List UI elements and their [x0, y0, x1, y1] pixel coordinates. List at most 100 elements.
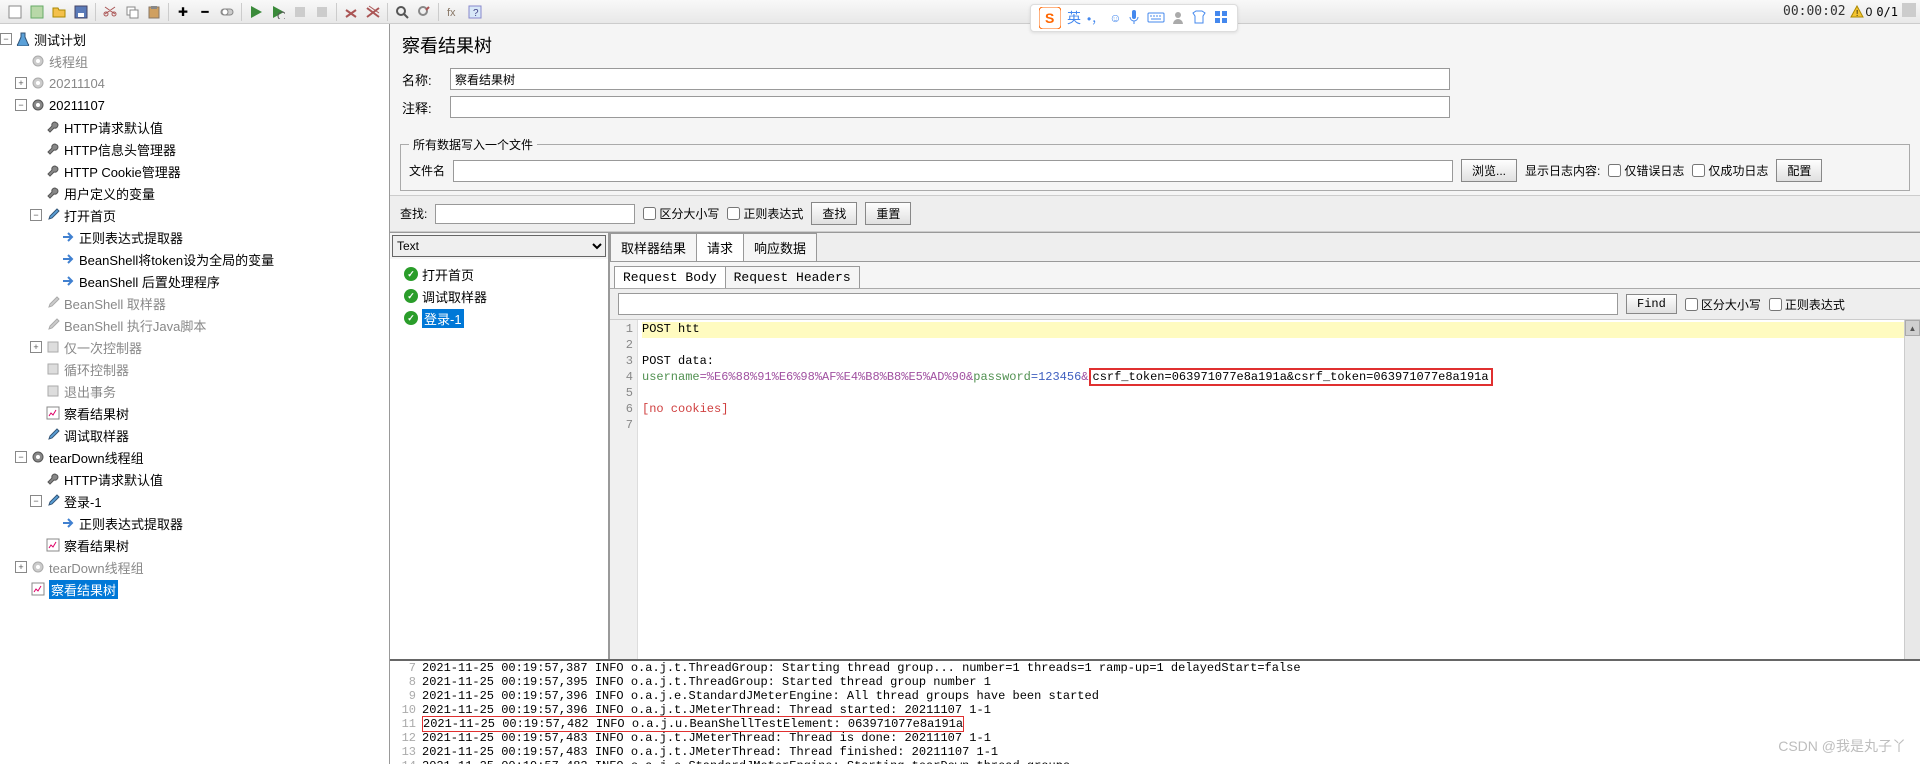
tree-label: 调试取样器: [64, 426, 129, 445]
tree-node[interactable]: 正则表达式提取器: [0, 226, 389, 248]
subtab-1[interactable]: Request Headers: [725, 266, 860, 288]
tree-node[interactable]: +20211104: [0, 72, 389, 94]
find-input[interactable]: [618, 293, 1618, 315]
collapse-icon[interactable]: ━: [195, 2, 215, 22]
tab-1[interactable]: 请求: [696, 233, 744, 261]
tree-node[interactable]: BeanShell 执行Java脚本: [0, 314, 389, 336]
ime-punct-icon[interactable]: •，: [1087, 10, 1103, 27]
template-icon[interactable]: [27, 2, 47, 22]
tree-node[interactable]: 调试取样器: [0, 424, 389, 446]
subtab-0[interactable]: Request Body: [614, 266, 726, 288]
func-icon[interactable]: fx: [443, 2, 463, 22]
tree-node[interactable]: HTTP Cookie管理器: [0, 160, 389, 182]
tab-0[interactable]: 取样器结果: [610, 233, 697, 261]
tree-node[interactable]: 线程组: [0, 50, 389, 72]
reset-search-icon[interactable]: [414, 2, 434, 22]
sogou-icon[interactable]: S: [1039, 7, 1061, 29]
tree-node[interactable]: HTTP信息头管理器: [0, 138, 389, 160]
tree-toggle-icon[interactable]: +: [30, 341, 42, 353]
tree-toggle-icon[interactable]: +: [15, 77, 27, 89]
only-success-checkbox[interactable]: 仅成功日志: [1692, 162, 1768, 179]
tree-node[interactable]: BeanShell将token设为全局的变量: [0, 248, 389, 270]
name-input[interactable]: [450, 68, 1450, 90]
renderer-select[interactable]: Text: [392, 235, 606, 257]
sample-tree[interactable]: ✓打开首页✓调试取样器✓登录-1: [390, 259, 608, 659]
test-plan-tree[interactable]: −测试计划线程组+20211104−20211107HTTP请求默认值HTTP信…: [0, 24, 390, 764]
reset-button[interactable]: 重置: [865, 202, 911, 225]
log-panel[interactable]: 72021-11-25 00:19:57,387 INFO o.a.j.t.Th…: [390, 659, 1920, 764]
tab-2[interactable]: 响应数据: [743, 233, 817, 261]
copy-icon[interactable]: [122, 2, 142, 22]
tree-node[interactable]: 循环控制器: [0, 358, 389, 380]
tree-toggle-icon[interactable]: −: [30, 209, 42, 221]
only-error-checkbox[interactable]: 仅错误日志: [1608, 162, 1684, 179]
ime-lang[interactable]: 英: [1067, 8, 1081, 28]
paste-icon[interactable]: [144, 2, 164, 22]
cut-icon[interactable]: [100, 2, 120, 22]
search-tb-icon[interactable]: [392, 2, 412, 22]
ime-keyboard-icon[interactable]: [1147, 10, 1165, 27]
request-body-view[interactable]: 1234567 POST htt redacted redacted redac…: [610, 320, 1920, 659]
scroll-up-icon[interactable]: ▲: [1905, 320, 1920, 336]
find-case-checkbox[interactable]: 区分大小写: [1685, 296, 1761, 313]
code-scrollbar[interactable]: ▲: [1904, 320, 1920, 659]
config-button[interactable]: 配置: [1776, 159, 1822, 182]
tree-node[interactable]: 察看结果树: [0, 534, 389, 556]
file-input[interactable]: [453, 160, 1453, 182]
tree-label: HTTP Cookie管理器: [64, 162, 181, 181]
case-checkbox[interactable]: 区分大小写: [643, 205, 719, 222]
tree-node[interactable]: 察看结果树: [0, 578, 389, 600]
tree-toggle-icon[interactable]: −: [0, 33, 12, 45]
tree-node[interactable]: −tearDown线程组: [0, 446, 389, 468]
sample-item[interactable]: ✓打开首页: [394, 263, 604, 285]
expand-icon[interactable]: ✚: [173, 2, 193, 22]
tree-node[interactable]: − 打开首页: [0, 204, 389, 226]
tree-toggle-icon[interactable]: −: [15, 99, 27, 111]
tree-node[interactable]: −登录-1: [0, 490, 389, 512]
warning-badge[interactable]: ! 0: [1850, 5, 1873, 19]
tree-node[interactable]: 正则表达式提取器: [0, 512, 389, 534]
tree-node[interactable]: −测试计划: [0, 28, 389, 50]
comment-input[interactable]: [450, 96, 1450, 118]
toggle-icon[interactable]: [217, 2, 237, 22]
find-regex-checkbox[interactable]: 正则表达式: [1769, 296, 1845, 313]
sample-item[interactable]: ✓调试取样器: [394, 285, 604, 307]
new-icon[interactable]: [5, 2, 25, 22]
tree-node[interactable]: HTTP请求默认值: [0, 116, 389, 138]
tree-node[interactable]: 用户定义的变量: [0, 182, 389, 204]
tree-toggle-icon[interactable]: −: [15, 451, 27, 463]
tree-toggle-icon[interactable]: +: [15, 561, 27, 573]
clear-all-icon[interactable]: [363, 2, 383, 22]
ime-voice-icon[interactable]: [1127, 9, 1141, 28]
tree-node[interactable]: +仅一次控制器: [0, 336, 389, 358]
run-icon[interactable]: [246, 2, 266, 22]
stop-icon[interactable]: [290, 2, 310, 22]
comment-label: 注释:: [402, 98, 450, 117]
tree-node[interactable]: BeanShell 后置处理程序: [0, 270, 389, 292]
find-button[interactable]: Find: [1626, 294, 1677, 314]
sample-item[interactable]: ✓登录-1: [394, 307, 604, 329]
tree-node[interactable]: 退出事务: [0, 380, 389, 402]
open-icon[interactable]: [49, 2, 69, 22]
clear-icon[interactable]: [341, 2, 361, 22]
tree-node[interactable]: BeanShell 取样器: [0, 292, 389, 314]
save-icon[interactable]: [71, 2, 91, 22]
ime-skin-icon[interactable]: [1191, 10, 1207, 27]
regex-checkbox[interactable]: 正则表达式: [727, 205, 803, 222]
shutdown-icon[interactable]: [312, 2, 332, 22]
tree-node[interactable]: −20211107: [0, 94, 389, 116]
tree-node[interactable]: 察看结果树: [0, 402, 389, 424]
help-icon[interactable]: ?: [465, 2, 485, 22]
ime-emoji-icon[interactable]: ☺: [1109, 11, 1121, 25]
ime-toolbar[interactable]: S 英 •， ☺: [1030, 4, 1238, 32]
search-input[interactable]: [435, 204, 635, 224]
ime-user-icon[interactable]: [1171, 10, 1185, 27]
run-loop-icon[interactable]: [268, 2, 288, 22]
search-button[interactable]: 查找: [811, 202, 857, 225]
tree-node[interactable]: HTTP请求默认值: [0, 468, 389, 490]
tree-node[interactable]: +tearDown线程组: [0, 556, 389, 578]
tree-label: 打开首页: [64, 206, 116, 225]
browse-button[interactable]: 浏览...: [1461, 159, 1517, 182]
tree-toggle-icon[interactable]: −: [30, 495, 42, 507]
ime-tool-icon[interactable]: [1213, 9, 1229, 28]
